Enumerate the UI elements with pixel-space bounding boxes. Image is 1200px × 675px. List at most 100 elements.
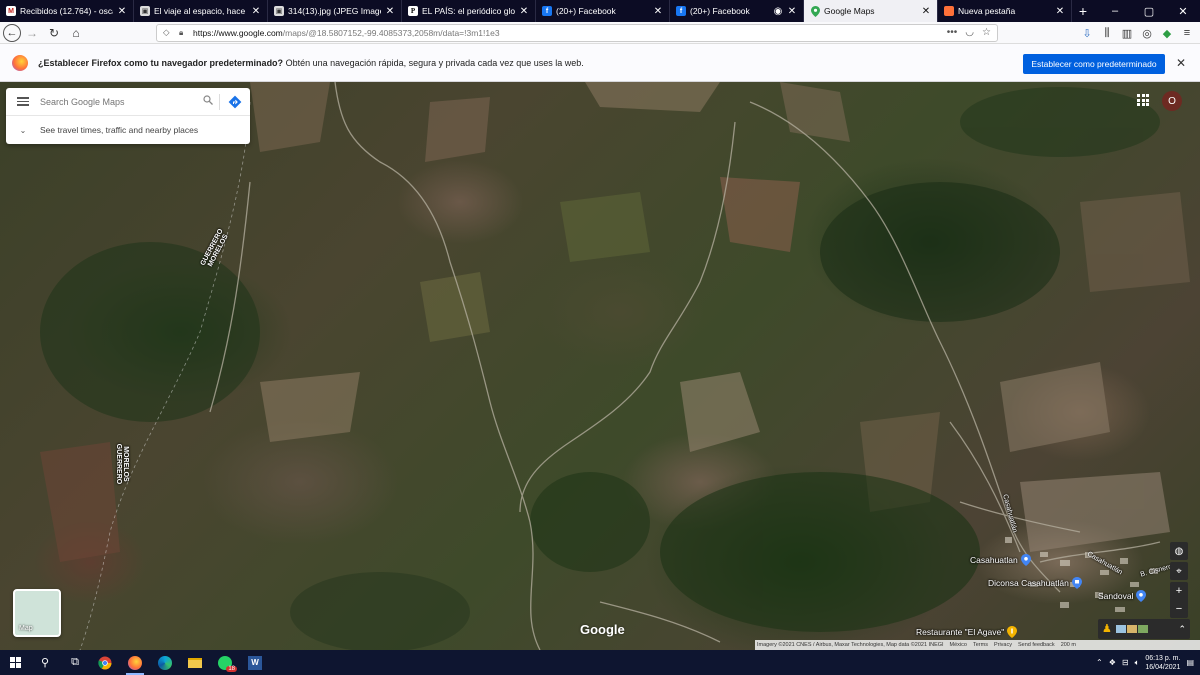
edge-icon[interactable] bbox=[150, 650, 180, 675]
terms-link[interactable]: Terms bbox=[973, 642, 988, 648]
pocket-icon[interactable]: ◡ bbox=[965, 27, 974, 38]
feedback-link[interactable]: Send feedback bbox=[1018, 642, 1055, 648]
chevron-down-icon[interactable]: ⌄ bbox=[6, 126, 40, 135]
account-avatar[interactable]: O bbox=[1162, 91, 1182, 111]
word-icon[interactable]: W bbox=[240, 650, 270, 675]
tab-close-icon[interactable]: ✕ bbox=[385, 6, 395, 17]
tab-el-pais[interactable]: P EL PAÍS: el periódico global ✕ bbox=[402, 0, 536, 22]
my-location-icon[interactable]: ⌖ bbox=[1170, 562, 1188, 580]
poi-sandoval[interactable]: Sandoval bbox=[1098, 590, 1147, 602]
tab-viaje-espacio[interactable]: ▣ El viaje al espacio, hace 60 ar ✕ bbox=[134, 0, 268, 22]
library-icon[interactable]: ⫼ bbox=[1100, 27, 1114, 40]
search-icon[interactable]: ⚲ bbox=[30, 650, 60, 675]
file-explorer-icon[interactable] bbox=[180, 650, 210, 675]
privacy-link[interactable]: Privacy bbox=[994, 642, 1012, 648]
dropbox-icon[interactable]: ❖ bbox=[1109, 658, 1116, 667]
zoom-out-button[interactable]: − bbox=[1170, 600, 1188, 618]
sidebar-icon[interactable]: ▥ bbox=[1120, 27, 1134, 40]
home-button[interactable]: ⌂ bbox=[65, 22, 87, 44]
clock-time: 06:13 p. m. bbox=[1145, 654, 1181, 662]
tab-facebook-2[interactable]: f (20+) Facebook ◉ ✕ bbox=[670, 0, 804, 22]
tab-new-tab-page[interactable]: Nueva pestaña ✕ bbox=[938, 0, 1072, 22]
window-controls: – ▢ ✕ bbox=[1098, 0, 1200, 22]
pegman-icon[interactable]: ♟︎ bbox=[1102, 622, 1112, 636]
map-layer-toggle[interactable]: Map bbox=[13, 589, 61, 637]
firefox-icon bbox=[944, 6, 954, 16]
bookmark-star-icon[interactable]: ☆ bbox=[982, 27, 991, 38]
travel-times-row[interactable]: ⌄ See travel times, traffic and nearby p… bbox=[6, 116, 250, 144]
tab-close-icon[interactable]: ✕ bbox=[1055, 6, 1065, 17]
scale-bar[interactable]: 200 m bbox=[1061, 642, 1076, 648]
address-bar[interactable]: ◇ 🔒︎ https://www.google.com/maps/@18.580… bbox=[156, 23, 998, 42]
volume-icon[interactable]: 🔈︎ bbox=[1135, 658, 1140, 668]
notification-center-icon[interactable]: ▤ bbox=[1186, 658, 1194, 667]
extension-icon[interactable]: ◎ bbox=[1140, 27, 1154, 40]
poi-casahuatlan[interactable]: Casahuatlan bbox=[970, 554, 1031, 566]
downloads-icon[interactable]: ⇩ bbox=[1080, 27, 1094, 40]
poi-label: Sandoval bbox=[1098, 591, 1134, 601]
clock[interactable]: 06:13 p. m. 16/04/2021 bbox=[1145, 654, 1180, 672]
tab-facebook-1[interactable]: f (20+) Facebook ✕ bbox=[536, 0, 670, 22]
clock-date: 16/04/2021 bbox=[1145, 663, 1181, 671]
system-tray: ⌃ ❖ ⊟ 🔈︎ 06:13 p. m. 16/04/2021 ▤ bbox=[1096, 650, 1200, 675]
tab-close-icon[interactable]: ✕ bbox=[653, 6, 663, 17]
set-default-button[interactable]: Establecer como predeterminado bbox=[1023, 54, 1165, 74]
globe-view-icon[interactable]: ◍ bbox=[1170, 542, 1188, 560]
tab-close-icon[interactable]: ✕ bbox=[519, 6, 529, 17]
firefox-logo-icon bbox=[12, 54, 28, 71]
tab-google-maps[interactable]: Google Maps ✕ bbox=[804, 0, 938, 22]
new-tab-button[interactable]: + bbox=[1072, 0, 1094, 22]
page-actions-icon[interactable]: ••• bbox=[947, 27, 958, 38]
notification-badge: 18 bbox=[226, 666, 237, 672]
tab-jpeg-image[interactable]: ▣ 314(13).jpg (JPEG Imagen, 2( ✕ bbox=[268, 0, 402, 22]
hamburger-menu-icon[interactable]: ≡ bbox=[1180, 27, 1194, 39]
lock-icon[interactable]: 🔒︎ bbox=[179, 28, 189, 38]
back-button[interactable]: ← bbox=[3, 23, 21, 42]
minimize-button[interactable]: – bbox=[1098, 0, 1132, 22]
layer-label: Map bbox=[19, 625, 33, 632]
maximize-button[interactable]: ▢ bbox=[1132, 0, 1166, 22]
close-window-button[interactable]: ✕ bbox=[1166, 0, 1200, 22]
show-hidden-icons-icon[interactable]: ⌃ bbox=[1096, 658, 1103, 667]
search-input[interactable] bbox=[40, 96, 197, 107]
attribution-bar: Imagery ©2021 CNES / Airbus, Maxar Techn… bbox=[755, 640, 1200, 650]
poi-label: Casahuatlan bbox=[970, 555, 1018, 565]
hamburger-menu-icon[interactable] bbox=[6, 97, 40, 106]
tab-audio-icon[interactable]: ◉ bbox=[773, 6, 783, 17]
chrome-icon[interactable] bbox=[90, 650, 120, 675]
forward-button[interactable]: → bbox=[21, 22, 43, 44]
extension-shield-icon[interactable]: ◆ bbox=[1160, 27, 1174, 40]
tab-title: Google Maps bbox=[824, 6, 875, 16]
imagery-credit: Imagery ©2021 CNES / Airbus, Maxar Techn… bbox=[757, 642, 944, 648]
search-icon[interactable] bbox=[197, 95, 219, 108]
tab-close-icon[interactable]: ✕ bbox=[921, 6, 931, 17]
elpais-icon: P bbox=[408, 6, 418, 16]
zoom-in-button[interactable]: + bbox=[1170, 582, 1188, 600]
tab-close-icon[interactable]: ✕ bbox=[251, 6, 261, 17]
firefox-taskbar-icon[interactable] bbox=[120, 650, 150, 675]
street-view-bar[interactable]: ♟︎ ⌃ bbox=[1098, 619, 1190, 639]
satellite-map[interactable]: GUERRERO MORELOS MORELOS GUERRERO Casahu… bbox=[0, 82, 1200, 650]
tab-gmail[interactable]: M Recibidos (12.764) - oscarda ✕ bbox=[0, 0, 134, 22]
browser-tab-bar: M Recibidos (12.764) - oscarda ✕ ▣ El vi… bbox=[0, 0, 1200, 22]
directions-icon[interactable] bbox=[220, 95, 250, 109]
imagery-thumbnails[interactable] bbox=[1116, 625, 1148, 633]
google-apps-icon[interactable] bbox=[1137, 94, 1149, 106]
tab-title: (20+) Facebook bbox=[690, 6, 750, 16]
close-notification-icon[interactable]: ✕ bbox=[1174, 54, 1188, 72]
whatsapp-icon[interactable]: 18 bbox=[210, 650, 240, 675]
tab-close-icon[interactable]: ✕ bbox=[117, 6, 127, 17]
poi-diconsa[interactable]: Diconsa Casahuatlán bbox=[988, 577, 1082, 589]
network-icon[interactable]: ⊟ bbox=[1122, 658, 1129, 667]
tab-title: Recibidos (12.764) - oscarda bbox=[20, 6, 113, 16]
start-button[interactable] bbox=[0, 650, 30, 675]
country-link[interactable]: México bbox=[950, 642, 967, 648]
travel-times-text: See travel times, traffic and nearby pla… bbox=[40, 125, 199, 135]
task-view-icon[interactable]: ⧉ bbox=[60, 650, 90, 675]
tracking-shield-icon[interactable]: ◇ bbox=[163, 27, 173, 38]
chevron-up-icon[interactable]: ⌃ bbox=[1178, 624, 1186, 635]
url-text[interactable]: https://www.google.com/maps/@18.5807152,… bbox=[193, 28, 947, 38]
reload-button[interactable]: ↻ bbox=[43, 22, 65, 44]
poi-restaurante-el-agave[interactable]: Restaurante "El Agave" bbox=[916, 626, 1018, 638]
tab-close-icon[interactable]: ✕ bbox=[787, 6, 797, 17]
